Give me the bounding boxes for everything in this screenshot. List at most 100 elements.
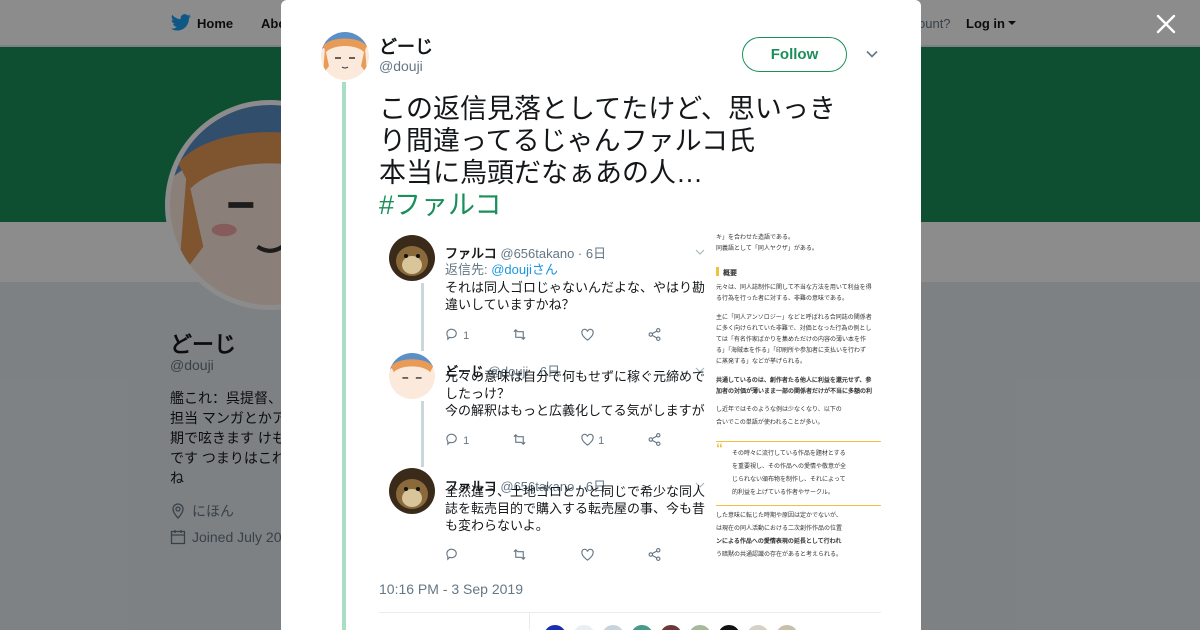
liker-avatar[interactable] — [601, 624, 625, 630]
close-icon[interactable] — [1154, 12, 1178, 36]
avatar-illustration-icon — [389, 353, 435, 399]
tweet-timestamp[interactable]: 10:16 PM - 3 Sep 2019 — [379, 581, 523, 597]
liker-avatar[interactable] — [746, 624, 770, 630]
follow-button[interactable]: Follow — [742, 37, 847, 72]
liker-avatar[interactable] — [688, 624, 712, 630]
reply-actions: 1 1 — [445, 432, 665, 448]
reply-to-user: @doujiさん — [491, 262, 558, 277]
doc-line: る行為を行った者に対する、非難の意味である。 — [716, 296, 848, 302]
doc-line: う暗黙の共通認識の存在があると考えられる。 — [716, 552, 843, 558]
reply-icon — [446, 548, 457, 561]
liker-avatar[interactable] — [775, 624, 799, 630]
heart-icon — [581, 433, 594, 446]
doc-quote-line: 的利益を上げている作者やサークル。 — [732, 490, 834, 496]
like-action — [580, 327, 595, 343]
doc-line: 合いでこの単語が使われることが多い。 — [716, 420, 824, 426]
reply-actions — [445, 547, 665, 563]
reply-thread-line — [421, 283, 424, 351]
reply-header: ファルコ @656takano · 6日 — [445, 243, 606, 262]
retweet-action — [512, 547, 527, 563]
stats-divider-vertical — [529, 612, 530, 630]
tweet-media-image[interactable]: ファルコ @656takano · 6日 返信先: @doujiさん それは同人… — [379, 225, 881, 567]
tweet-modal: どーじ @douji Follow この返信見落としてたけど、思いっき り間違っ… — [281, 0, 921, 630]
doc-line: 同義語として「同人ヤクザ」がある。 — [716, 246, 818, 252]
doc-line: ンによる作品への愛情表現の延長として行われ — [716, 539, 842, 545]
doc-line: に蒸発する」などが挙げられる。 — [716, 359, 807, 365]
liker-avatar[interactable] — [630, 624, 654, 630]
retweet-action — [512, 327, 527, 343]
reply-text-line: 誌を転売目的で購入する転売屋の事、今も昔 — [445, 501, 706, 516]
falco-avatar — [389, 468, 435, 514]
liker-avatar[interactable] — [543, 624, 567, 630]
hashtag-link[interactable]: #ファルコ — [379, 189, 859, 221]
reply-text-line: 違いしていますかね？ — [445, 297, 575, 312]
heart-icon — [581, 328, 594, 341]
like-count: 1 — [598, 435, 605, 447]
falcon-avatar-icon — [389, 235, 435, 281]
retweet-action — [512, 432, 527, 448]
doc-quote-line: その時々に流行している作品を題材とする — [732, 451, 846, 457]
author-name[interactable]: どーじ — [379, 33, 433, 59]
douji-avatar — [389, 353, 435, 399]
doc-line: る」「海賊本を作る」「印刷所や参加者に支払いを行わず — [716, 348, 867, 354]
reply-text-line: 元々の意味は自分で何もせずに稼ぐ元締めで — [445, 369, 706, 384]
reply-meta: @656takano · 6日 — [500, 246, 607, 261]
liker-avatar[interactable] — [572, 624, 596, 630]
liker-avatar[interactable] — [717, 624, 741, 630]
doc-line: した意味に転じた時期や原因は定かでないが、 — [716, 513, 842, 519]
heart-icon — [581, 548, 594, 561]
retweet-icon — [513, 549, 526, 560]
liker-avatar[interactable] — [659, 624, 683, 630]
embedded-reply: どーじ @douji · 6日 元々の意味は自分で何もせずに稼ぐ元締めで したっ… — [389, 353, 709, 463]
doc-line: ては「有名作家ばかりを集めただけの内容の薄い本を作 — [716, 337, 867, 343]
share-action — [647, 432, 662, 448]
share-icon — [648, 328, 661, 341]
reply-to-prefix: 返信先: — [445, 262, 492, 277]
reply-to-line: 返信先: @doujiさん — [445, 261, 558, 278]
doc-heading: 概要 — [716, 267, 737, 279]
reply-text-line: したっけ？ — [445, 386, 511, 401]
quote-mark-icon: “ — [716, 440, 723, 456]
tweet-text-line: り間違ってるじゃんファルコ氏 — [379, 126, 756, 156]
tweet-text: この返信見落としてたけど、思いっき り間違ってるじゃんファルコ氏 本当に鳥頭だな… — [379, 93, 859, 221]
reply-author-name: ファルコ — [445, 246, 497, 261]
doc-heading-text: 概要 — [723, 270, 737, 277]
doc-line: 主に「同人アンソロジー」などと呼ばれる合同誌の関係者 — [716, 315, 872, 321]
share-action — [647, 327, 662, 343]
doc-line: キ」を合わせた造語である。 — [716, 235, 794, 241]
retweet-icon — [513, 329, 526, 340]
doc-line: に多く向けられていた非難で、対価となった行為の例とし — [716, 326, 872, 332]
chevron-down-icon — [695, 249, 705, 255]
embedded-reply: ファルコ @656takano · 6日 全然違う、土地ゴロとかと同じで希少な同… — [389, 468, 709, 567]
tweet-text-line: この返信見落としてたけど、思いっき — [379, 94, 836, 124]
reply-thread-line — [421, 401, 424, 467]
reply-count: 1 — [463, 330, 470, 342]
quote-divider — [716, 441, 881, 442]
thread-line — [342, 82, 346, 630]
chevron-down-icon[interactable] — [865, 47, 879, 61]
reply-text-line: 全然違う、土地ゴロとかと同じで希少な同人 — [445, 484, 706, 499]
reply-text-line: 今の解釈はもっと広義化してる気がしますが — [445, 403, 705, 418]
author-avatar[interactable] — [321, 32, 369, 80]
falcon-avatar-icon — [389, 468, 435, 514]
avatar-illustration-icon — [321, 32, 369, 80]
tweet-text-line: 本当に鳥頭だなぁあの人… — [379, 158, 703, 188]
author-handle[interactable]: @douji — [379, 58, 423, 74]
falco-avatar — [389, 235, 435, 281]
reply-text-line: それは同人ゴロじゃないんだよな、やはり勘 — [445, 280, 706, 295]
doc-line: 元々は、同人誌制作に関して不当な方法を用いて利益を得 — [716, 285, 872, 291]
share-icon — [648, 548, 661, 561]
stats-divider — [379, 612, 881, 613]
like-action: 1 — [580, 432, 604, 448]
reply-icon — [446, 433, 457, 446]
doc-line: は現在の同人活動における二次創作作品の位置 — [716, 526, 843, 532]
doc-line: し近年ではそのような例は少なくなり、以下の — [716, 407, 842, 413]
encyclopedia-excerpt: キ」を合わせた造語である。 同義語として「同人ヤクザ」がある。 概要 元々は、同… — [716, 225, 881, 567]
reply-action: 1 — [445, 432, 469, 448]
doc-line: 共通しているのは、創作者たる他人に利益を還元せず、参 — [716, 378, 872, 384]
heading-bar — [716, 267, 719, 276]
share-action — [647, 547, 662, 563]
reply-text-line: も変わらないよ。 — [445, 518, 549, 533]
quote-divider — [716, 505, 881, 506]
like-action — [580, 547, 595, 563]
